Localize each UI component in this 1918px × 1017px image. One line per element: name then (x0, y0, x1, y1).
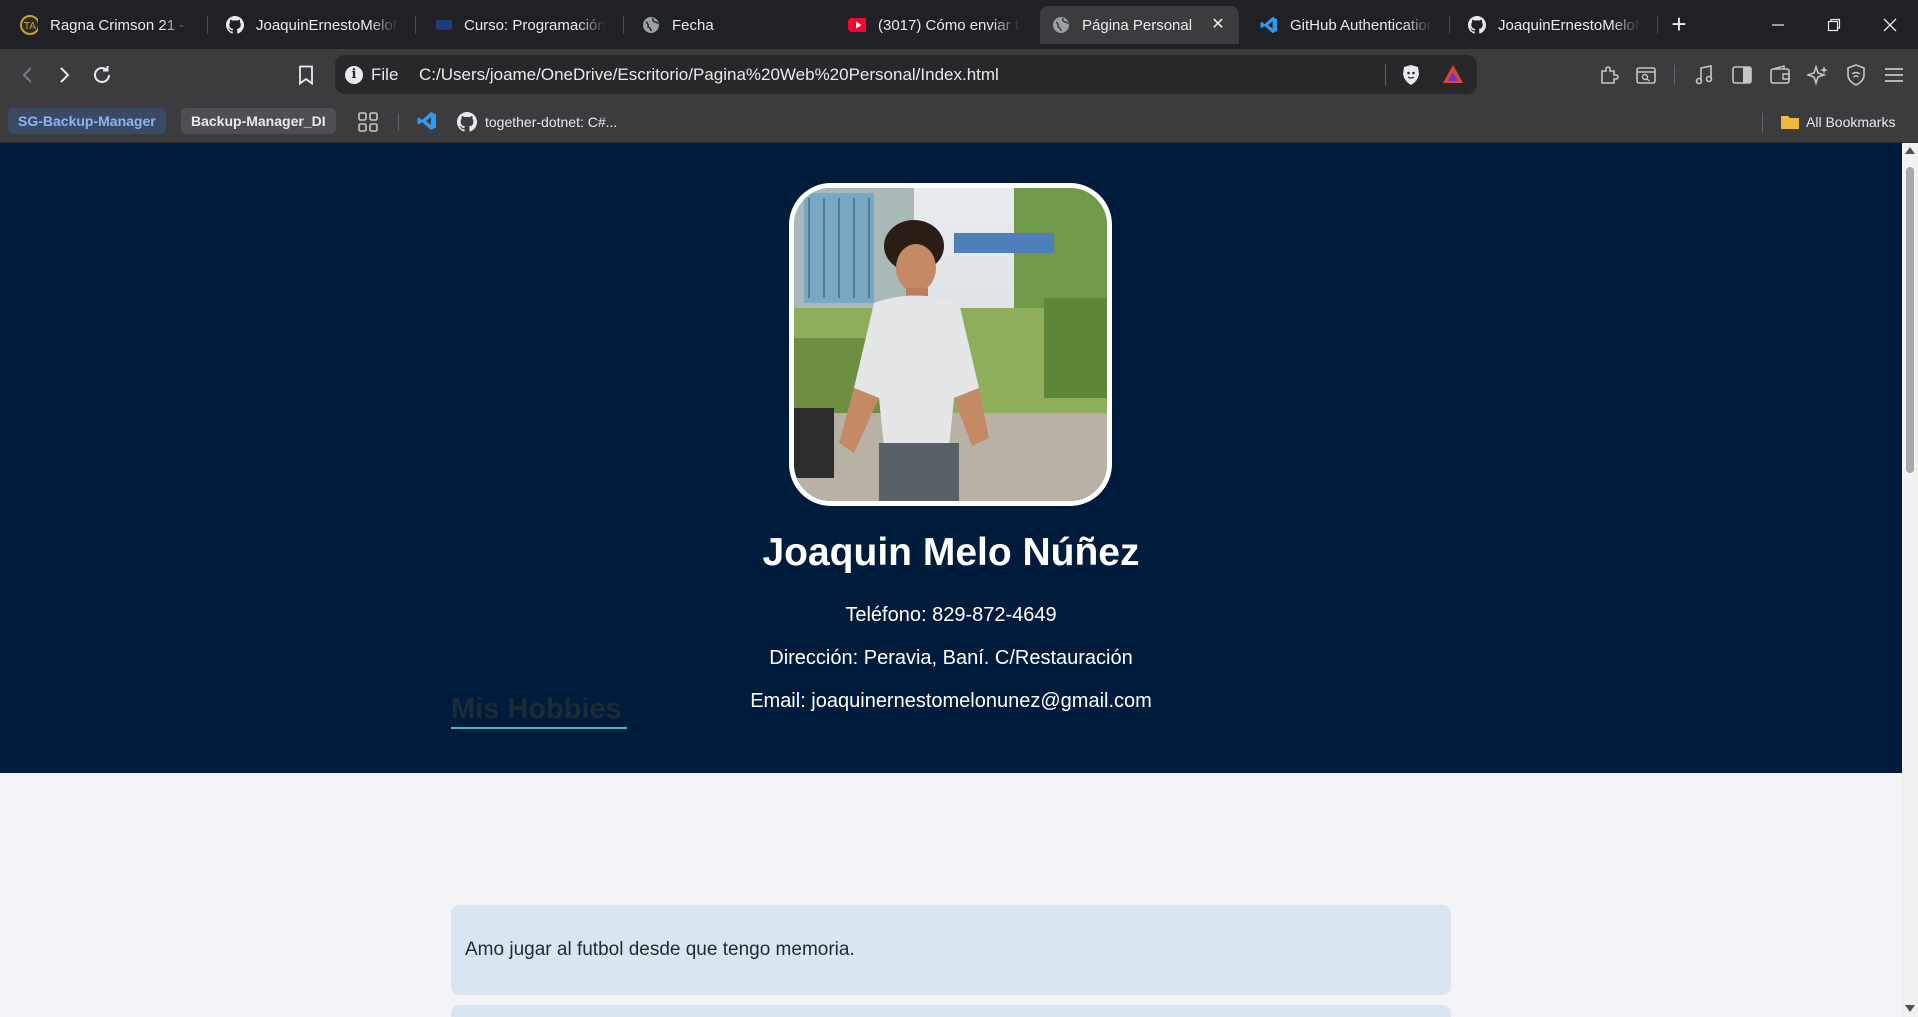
profile-header: Joaquin Melo Núñez Teléfono: 829-872-464… (0, 143, 1902, 773)
brave-rewards-icon[interactable] (1442, 64, 1464, 89)
tab-title: Curso: Programación V (464, 16, 606, 34)
email-text: Email: joaquinernestomelonunez@gmail.com (750, 690, 1152, 712)
close-tab-icon[interactable]: ✕ (1209, 16, 1227, 34)
tab-github-auth[interactable]: GitHub Authentication (1248, 6, 1444, 44)
tab-github-1[interactable]: JoaquinErnestoMeloN (214, 6, 410, 44)
all-bookmarks-button[interactable]: All Bookmarks (1780, 109, 1895, 135)
bookmark-label: SG-Backup-Manager (18, 113, 156, 129)
github-icon (226, 16, 244, 34)
hobbies-underline (451, 727, 627, 729)
github-icon (1468, 16, 1486, 34)
extensions-icon[interactable] (1593, 59, 1625, 91)
reader-mode-icon[interactable] (1630, 59, 1662, 91)
close-window-button[interactable] (1862, 0, 1918, 49)
minimize-button[interactable] (1750, 0, 1806, 49)
bookmark-label: together-dotnet: C#... (485, 114, 618, 130)
hobby-card (451, 1005, 1451, 1017)
github-icon (457, 112, 477, 132)
tab-title: JoaquinErnestoMeloN (1498, 16, 1640, 34)
tab-fecha[interactable]: Fecha (630, 6, 826, 44)
bookmark-sg-backup-manager[interactable]: SG-Backup-Manager (8, 108, 166, 134)
all-bookmarks-label: All Bookmarks (1806, 114, 1896, 130)
bookmark-backup-manager-di[interactable]: Backup-Manager_DI (181, 108, 336, 134)
new-tab-button[interactable]: + (1663, 8, 1695, 40)
tab-strip: TA Ragna Crimson 21 - Tu JoaquinErnestoM… (0, 0, 1918, 49)
tab-pagina-personal[interactable]: Página Personal ✕ (1040, 6, 1239, 44)
apps-grid-icon[interactable] (357, 109, 379, 135)
url-text[interactable]: C:/Users/joame/OneDrive/Escritorio/Pagin… (419, 65, 999, 85)
address-bar[interactable]: i File C:/Users/joame/OneDrive/Escritori… (335, 55, 1477, 94)
hobby-card: Amo jugar al futbol desde que tengo memo… (451, 905, 1451, 995)
scroll-up-arrow-icon[interactable] (1905, 147, 1915, 154)
page-scrollbar[interactable] (1902, 143, 1918, 1017)
tab-title: Ragna Crimson 21 - Tu (50, 16, 190, 34)
phone-text: Teléfono: 829-872-4649 (845, 604, 1057, 626)
info-icon[interactable]: i (345, 65, 363, 84)
tab-ragna[interactable]: TA Ragna Crimson 21 - Tu (8, 6, 202, 44)
youtube-icon (848, 16, 866, 34)
vpn-icon[interactable] (1840, 59, 1872, 91)
address-text: Dirección: Peravia, Baní. C/Restauración (769, 647, 1133, 669)
wallet-icon[interactable] (1764, 59, 1796, 91)
sidebar-icon[interactable] (1726, 59, 1758, 91)
tab-github-2[interactable]: JoaquinErnestoMeloN (1456, 6, 1652, 44)
reload-button[interactable] (86, 59, 118, 91)
profile-name: Joaquin Melo Núñez (762, 531, 1140, 574)
hobbies-heading: Mis Hobbies (451, 693, 622, 725)
forward-button[interactable] (48, 59, 80, 91)
back-button[interactable] (12, 59, 44, 91)
globe-icon (1052, 16, 1070, 34)
menu-icon[interactable] (1878, 59, 1910, 91)
restore-button[interactable] (1806, 0, 1862, 49)
hobby-text: Amo jugar al futbol desde que tengo memo… (465, 939, 855, 960)
toolbar: i File C:/Users/joame/OneDrive/Escritori… (0, 49, 1918, 101)
leo-ai-icon[interactable] (1802, 59, 1834, 91)
bookmark-vscode[interactable] (417, 109, 437, 135)
folder-icon (1780, 114, 1800, 130)
tab-title: (3017) Cómo enviar ta (878, 16, 1020, 34)
bookmark-together-dotnet[interactable]: together-dotnet: C#... (457, 109, 617, 135)
bookmarks-bar: SG-Backup-Manager Backup-Manager_DI toge… (0, 101, 1918, 143)
tab-title: JoaquinErnestoMeloN (256, 16, 398, 34)
ragna-favicon-icon: TA (20, 15, 38, 35)
vscode-icon (1260, 16, 1278, 34)
scroll-down-arrow-icon[interactable] (1905, 1005, 1915, 1012)
course-favicon-icon (434, 16, 452, 34)
brave-shield-icon[interactable] (1401, 64, 1421, 91)
scheme-label: File (371, 64, 399, 84)
media-icon[interactable] (1688, 59, 1720, 91)
globe-icon (642, 16, 660, 34)
svg-text:TA: TA (23, 21, 36, 32)
profile-photo (789, 183, 1112, 506)
scrollbar-thumb[interactable] (1906, 167, 1914, 473)
page-viewport: Joaquin Melo Núñez Teléfono: 829-872-464… (0, 143, 1902, 1017)
tab-curso[interactable]: Curso: Programación V (422, 6, 618, 44)
vscode-icon (417, 111, 437, 134)
bookmark-icon[interactable] (290, 59, 322, 91)
bookmark-label: Backup-Manager_DI (191, 113, 326, 129)
tab-title: Página Personal (1082, 16, 1193, 34)
tab-title: GitHub Authentication (1290, 16, 1432, 34)
tab-title: Fecha (672, 16, 714, 34)
tab-youtube[interactable]: (3017) Cómo enviar ta (836, 6, 1032, 44)
